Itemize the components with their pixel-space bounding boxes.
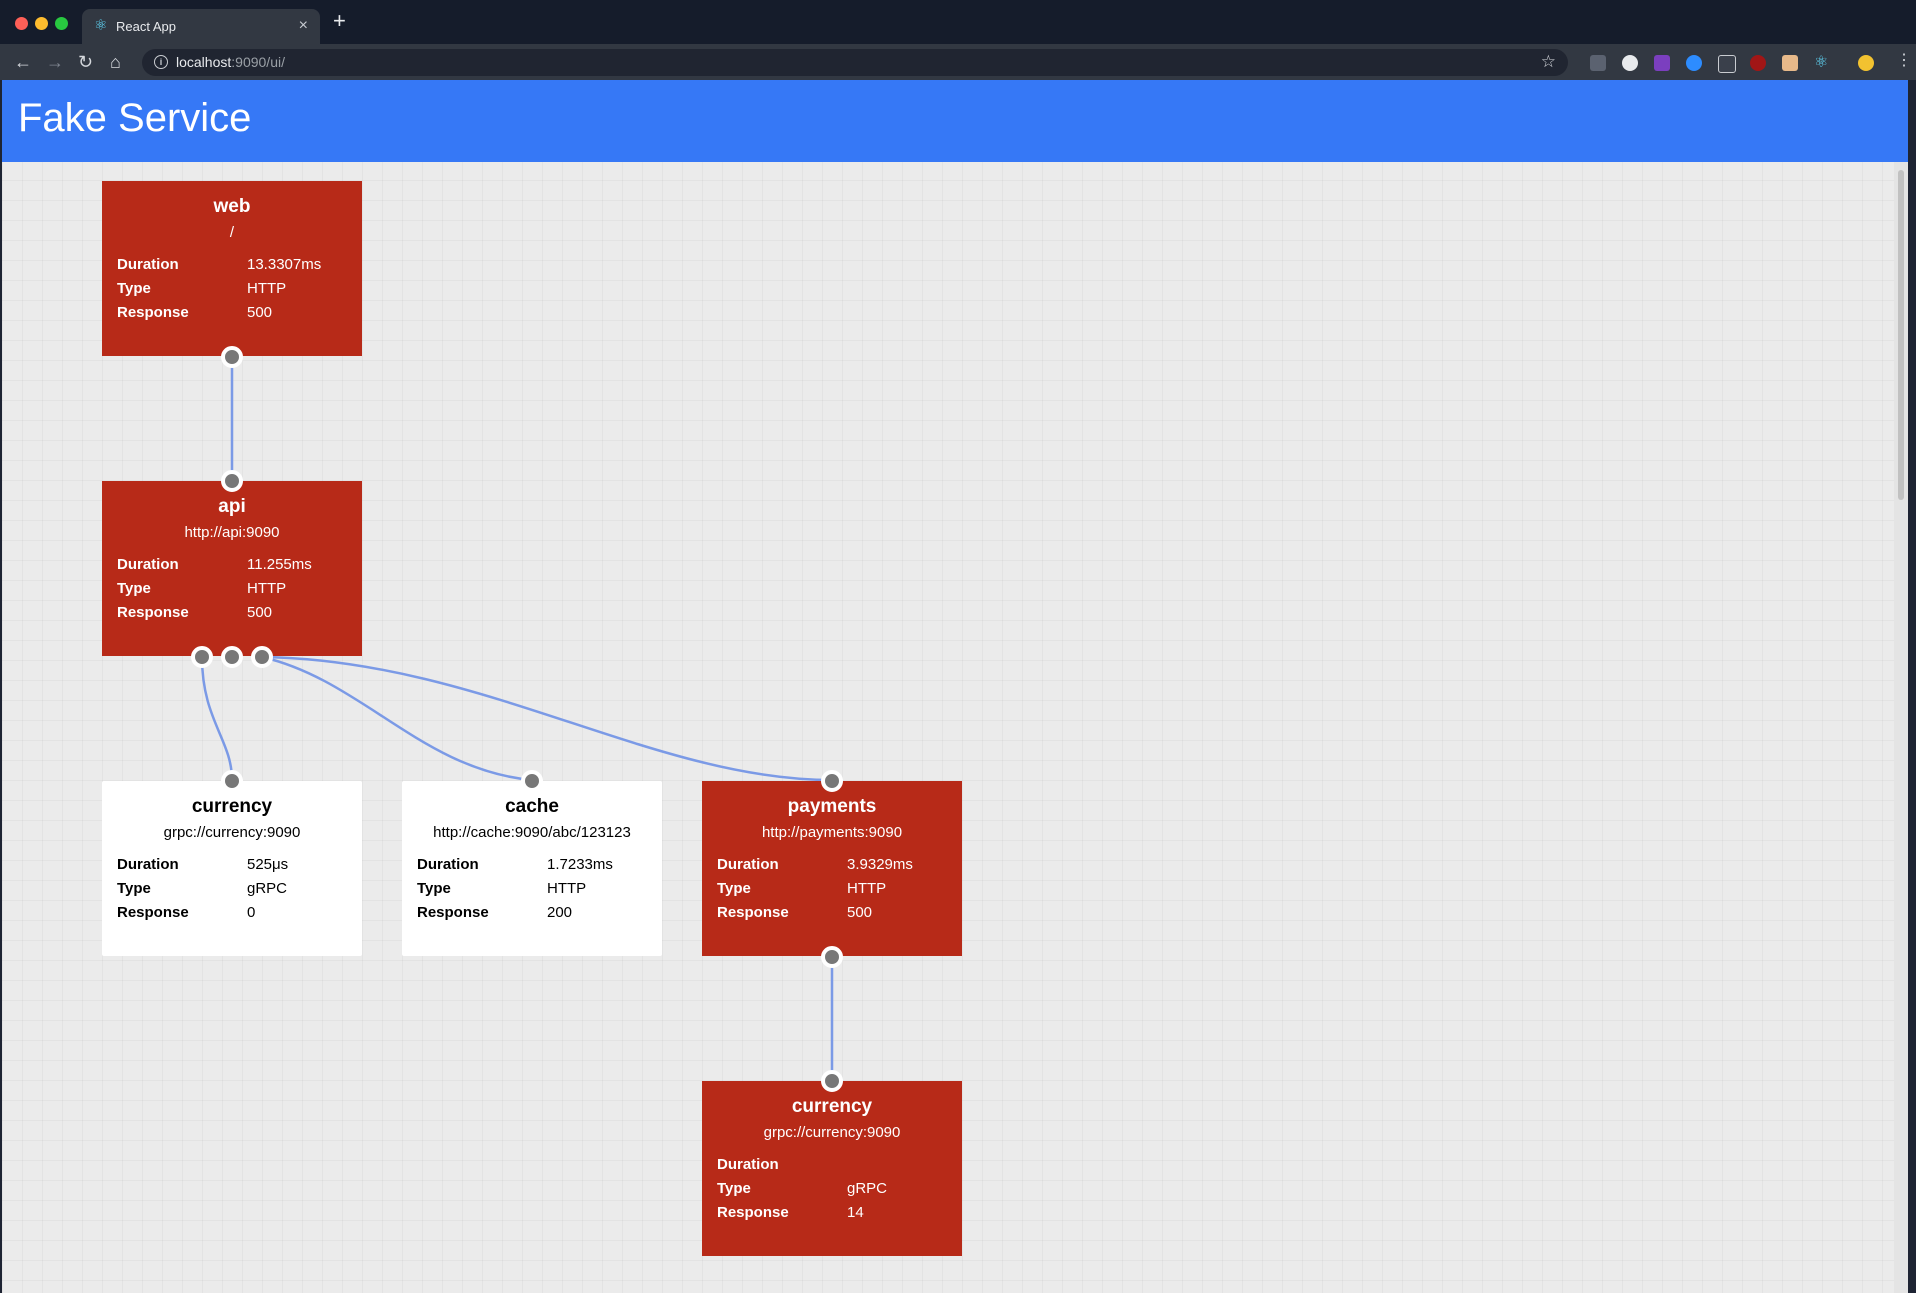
web-output-port[interactable] (221, 346, 243, 368)
type-value: HTTP (247, 280, 287, 297)
response-value: 200 (547, 904, 573, 921)
new-tab-plus-icon[interactable]: + (333, 10, 346, 32)
scrollbar-thumb[interactable] (1898, 170, 1904, 500)
response-label: Response (117, 304, 189, 321)
response-label: Response (117, 604, 189, 621)
close-icon[interactable]: × (299, 17, 308, 35)
node-name: cache (505, 796, 559, 817)
back-arrow-icon[interactable]: ← (14, 50, 32, 74)
react-devtools-icon[interactable]: ⚛ (1814, 55, 1830, 71)
api-output-port-1[interactable] (191, 646, 213, 668)
browser-titlebar: ⚛ React App × + (0, 0, 1916, 44)
type-value: HTTP (547, 880, 587, 897)
response-value: 14 (847, 1204, 864, 1221)
onenote-extension-icon[interactable] (1654, 55, 1670, 71)
duration-label: Duration (117, 856, 179, 873)
node-name: currency (791, 1096, 873, 1117)
service-node-api[interactable]: api http://api:9090 Duration 11.255ms Typ… (102, 481, 362, 656)
type-value: HTTP (847, 880, 887, 897)
type-label: Type (717, 880, 751, 897)
node-url: / (229, 224, 235, 241)
type-label: Type (117, 280, 151, 297)
browser-toolbar: ← → ↻ ⌂ i localhost:9090/ui/ ☆ ⚛ ⋮ (0, 44, 1916, 80)
recycle-extension-icon[interactable] (1590, 55, 1606, 71)
node-name: currency (191, 796, 273, 817)
home-icon[interactable]: ⌂ (110, 50, 121, 74)
duration-value: 1.7233ms (547, 856, 613, 873)
node-name: api (218, 496, 246, 517)
duration-label: Duration (117, 556, 179, 573)
currency-payments-input-port[interactable] (821, 1070, 843, 1092)
address-bar[interactable]: i localhost:9090/ui/ ☆ (142, 49, 1568, 76)
duration-value: 3.9329ms (847, 856, 913, 873)
response-label: Response (717, 904, 789, 921)
duration-value: 13.3307ms (247, 256, 322, 273)
browser-tab[interactable]: ⚛ React App × (82, 9, 320, 44)
duration-label: Duration (117, 256, 179, 273)
ublock-extension-icon[interactable] (1750, 55, 1766, 71)
payments-input-port[interactable] (821, 770, 843, 792)
duration-value: 11.255ms (247, 556, 312, 573)
api-input-port[interactable] (221, 470, 243, 492)
more-menu-icon[interactable]: ⋮ (1896, 52, 1912, 70)
type-value: gRPC (247, 880, 288, 897)
maximize-window-button[interactable] (55, 17, 68, 30)
response-value: 500 (847, 904, 873, 921)
service-node-currency-payments[interactable]: currency grpc://currency:9090 Duration T… (702, 1081, 962, 1256)
picture-in-picture-icon[interactable] (1718, 55, 1736, 73)
extension-icon[interactable] (1622, 55, 1638, 71)
edge-api-currency (200, 656, 234, 781)
minimize-window-button[interactable] (35, 17, 48, 30)
close-window-button[interactable] (15, 17, 28, 30)
service-node-currency[interactable]: currency grpc://currency:9090 Duration 52… (102, 781, 362, 956)
response-value: 0 (247, 904, 256, 921)
info-icon[interactable]: i (154, 55, 168, 69)
payments-output-port[interactable] (821, 946, 843, 968)
duration-label: Duration (717, 856, 779, 873)
duration-label: Duration (417, 856, 479, 873)
url-text[interactable]: localhost:9090/ui/ (176, 54, 285, 70)
type-label: Type (117, 880, 151, 897)
node-url: grpc://currency:9090 (763, 1124, 901, 1141)
duration-label: Duration (717, 1156, 779, 1173)
forward-arrow-icon[interactable]: → (46, 50, 64, 74)
tab-title: React App (116, 19, 176, 34)
page-content: Fake Service web / Duration 13.3307ms Typ… (2, 80, 1908, 1293)
profile-avatar[interactable] (1858, 55, 1874, 71)
node-name: payments (787, 796, 877, 817)
response-label: Response (117, 904, 189, 921)
service-node-web[interactable]: web / Duration 13.3307ms Type HTTP Respons… (102, 181, 362, 356)
duration-value: 525μs (247, 856, 289, 873)
edge-api-payments (261, 655, 833, 782)
bookmark-star-icon[interactable]: ☆ (1541, 52, 1556, 72)
vertical-scrollbar[interactable] (1894, 162, 1908, 1293)
type-label: Type (117, 580, 151, 597)
avatar-extension-icon[interactable] (1782, 55, 1798, 71)
node-url: http://payments:9090 (761, 824, 903, 841)
response-label: Response (417, 904, 489, 921)
node-url: http://cache:9090/abc/123123 (433, 824, 631, 841)
api-output-port-2[interactable] (221, 646, 243, 668)
type-label: Type (417, 880, 451, 897)
react-icon: ⚛ (94, 17, 108, 34)
reload-icon[interactable]: ↻ (78, 50, 93, 74)
response-value: 500 (247, 304, 273, 321)
cache-input-port[interactable] (521, 770, 543, 792)
type-value: gRPC (847, 1180, 888, 1197)
node-url: grpc://currency:9090 (163, 824, 301, 841)
node-url: http://api:9090 (184, 524, 280, 541)
currency-input-port[interactable] (221, 770, 243, 792)
service-node-cache[interactable]: cache http://cache:9090/abc/123123 Durat… (402, 781, 662, 956)
type-label: Type (717, 1180, 751, 1197)
service-node-payments[interactable]: payments http://payments:9090 Duration 3.… (702, 781, 962, 956)
edge-api-cache (261, 655, 533, 782)
zoom-extension-icon[interactable] (1686, 55, 1702, 71)
type-value: HTTP (247, 580, 287, 597)
response-value: 500 (247, 604, 273, 621)
node-name: web (213, 196, 251, 217)
api-output-port-3[interactable] (251, 646, 273, 668)
response-label: Response (717, 1204, 789, 1221)
